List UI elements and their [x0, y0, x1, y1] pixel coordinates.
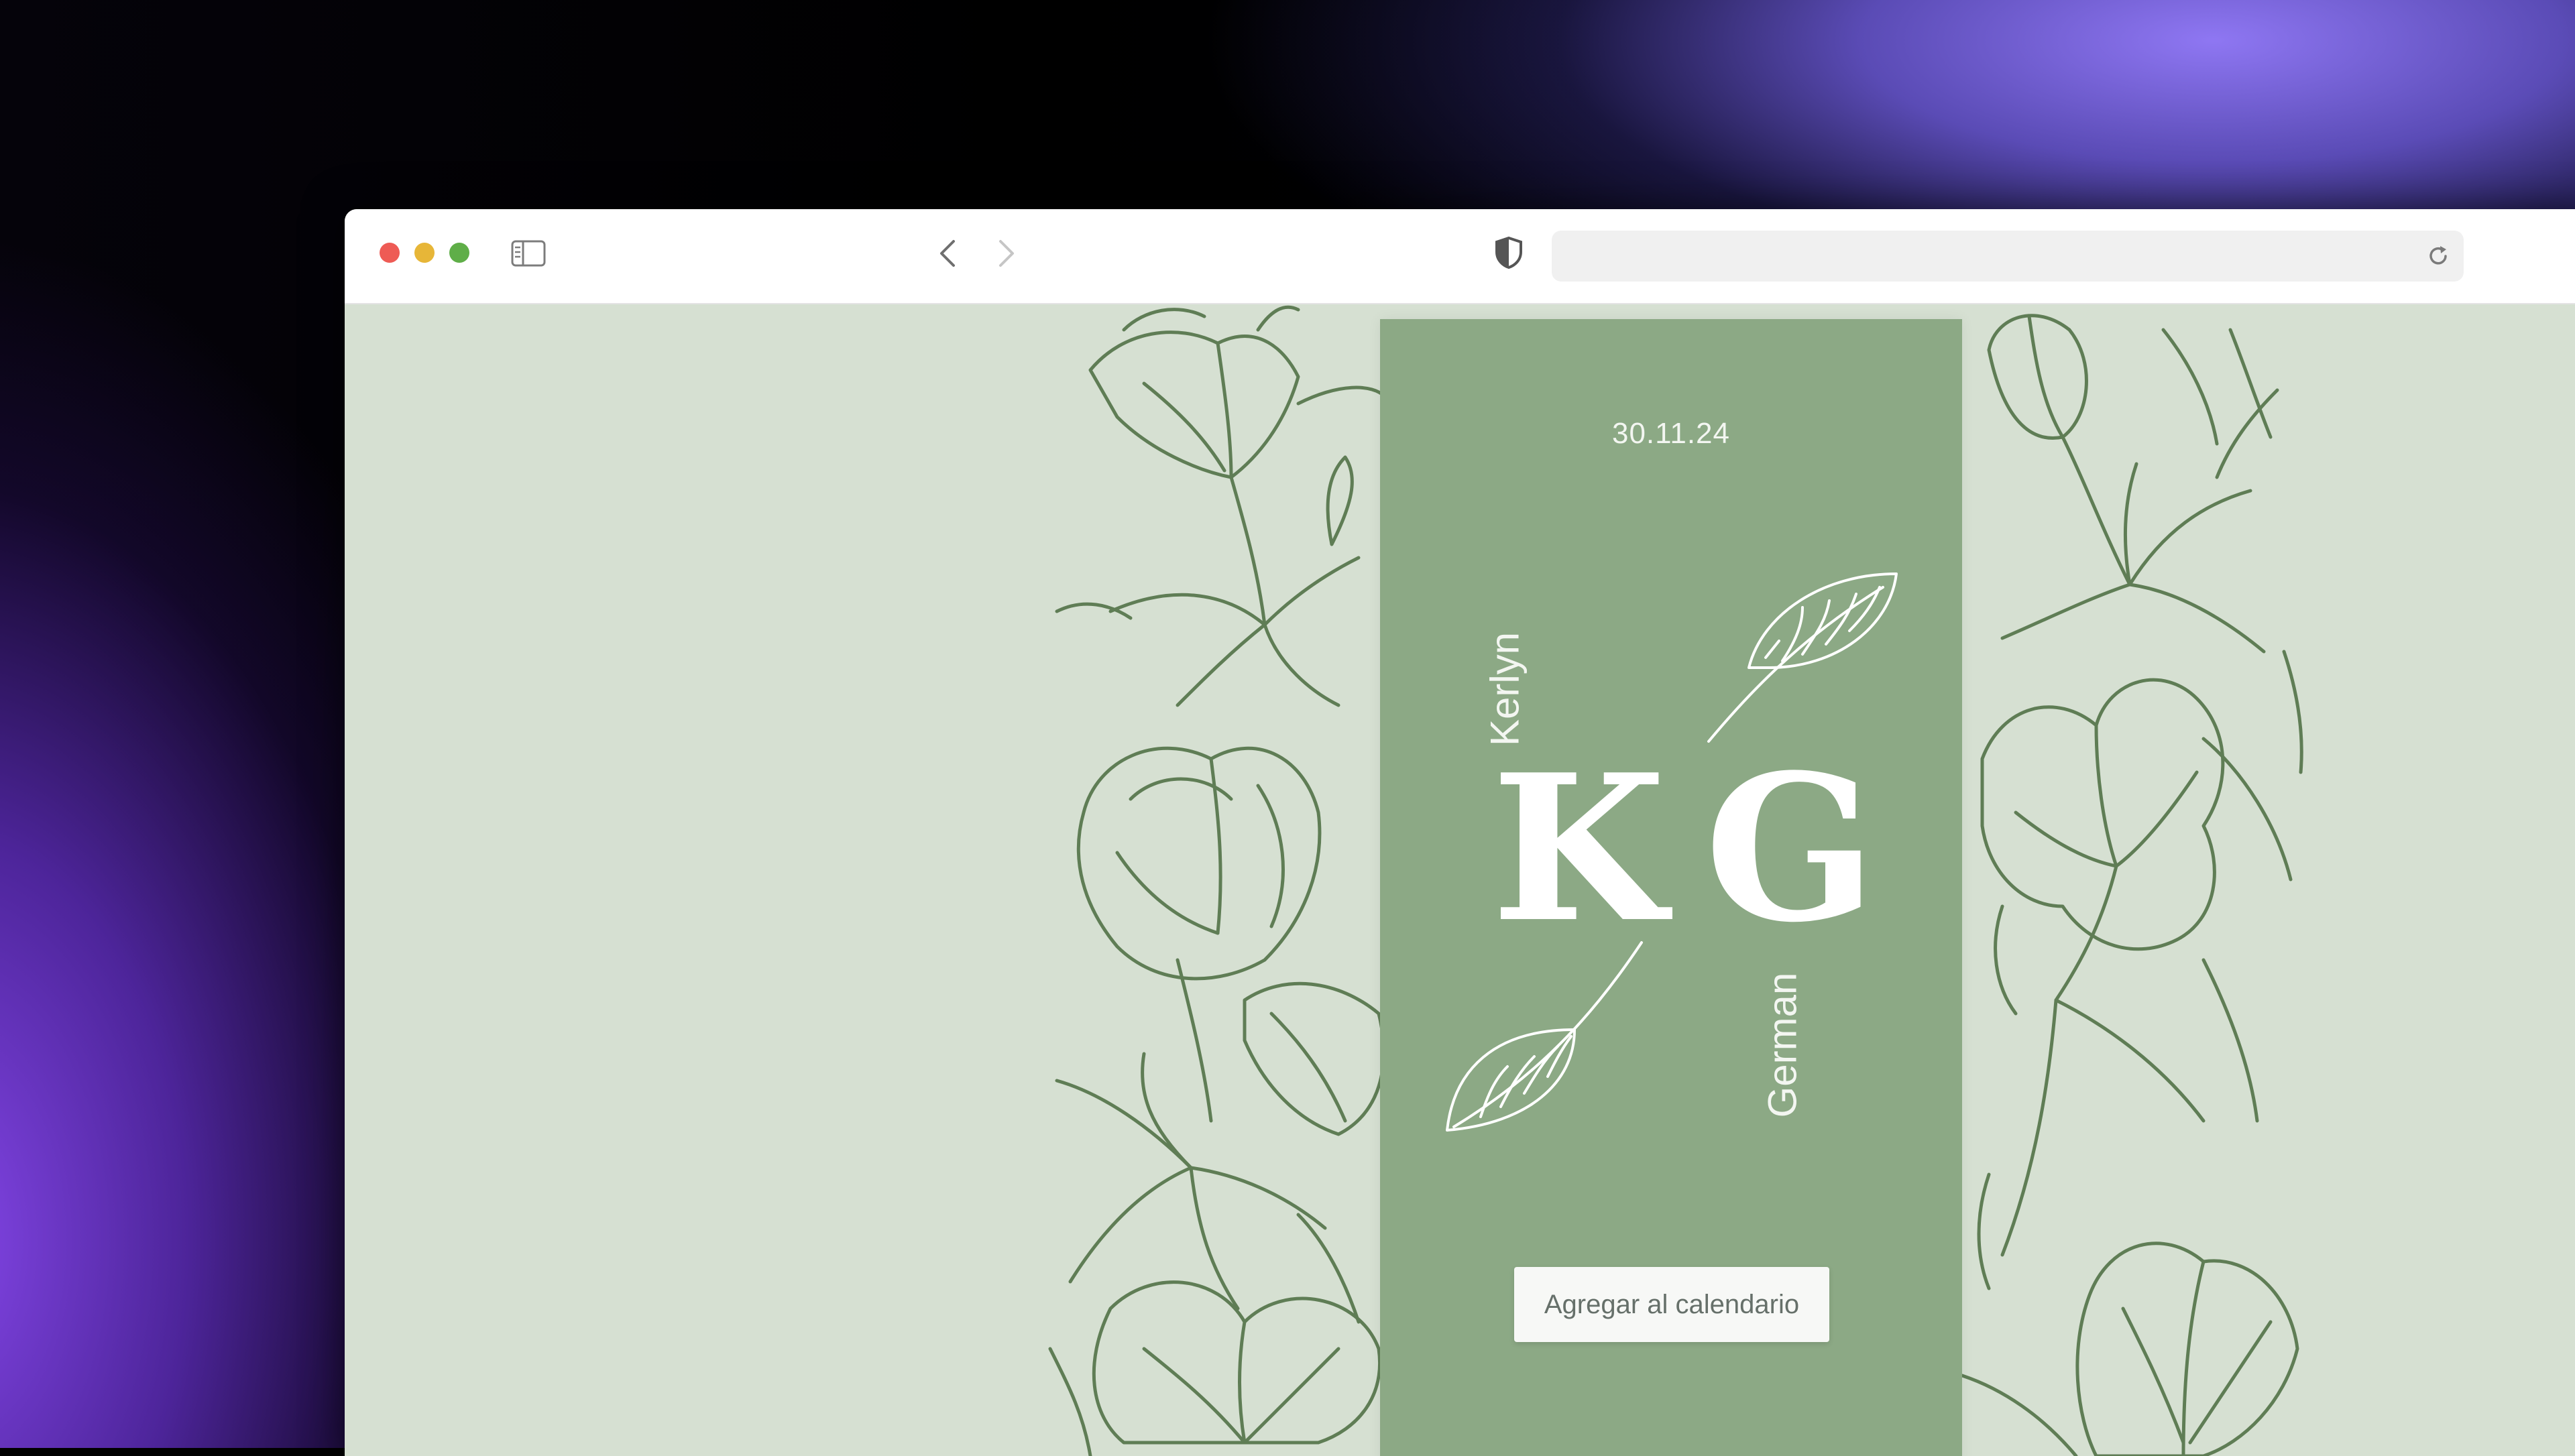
floral-illustration-left [1048, 305, 1387, 1456]
page-viewport: 30.11.24 Kerlyn K G German Agregar al ca… [345, 303, 2575, 1456]
monogram-k: K [1491, 730, 1666, 967]
wedding-date: 30.11.24 [1611, 417, 1730, 450]
floral-illustration-right [1962, 314, 2303, 1456]
chevron-left-icon[interactable] [935, 237, 962, 269]
sidebar-icon[interactable] [511, 240, 546, 267]
name-german: German [1760, 972, 1805, 1118]
leaf-icon [1707, 572, 1898, 743]
leaf-icon [1446, 941, 1643, 1132]
close-window-button[interactable] [380, 243, 400, 263]
chevron-right-icon[interactable] [992, 237, 1019, 269]
browser-toolbar [345, 209, 2575, 304]
browser-window: 30.11.24 Kerlyn K G German Agregar al ca… [345, 209, 2575, 1456]
minimize-window-button[interactable] [414, 243, 435, 263]
address-bar[interactable] [1552, 231, 2464, 282]
invitation-card: 30.11.24 Kerlyn K G German Agregar al ca… [1380, 319, 1962, 1456]
shield-icon[interactable] [1494, 236, 1524, 269]
add-to-calendar-button[interactable]: Agregar al calendario [1514, 1267, 1829, 1342]
zoom-window-button[interactable] [449, 243, 469, 263]
reload-icon[interactable] [2426, 244, 2450, 268]
monogram-g: G [1705, 730, 1877, 967]
